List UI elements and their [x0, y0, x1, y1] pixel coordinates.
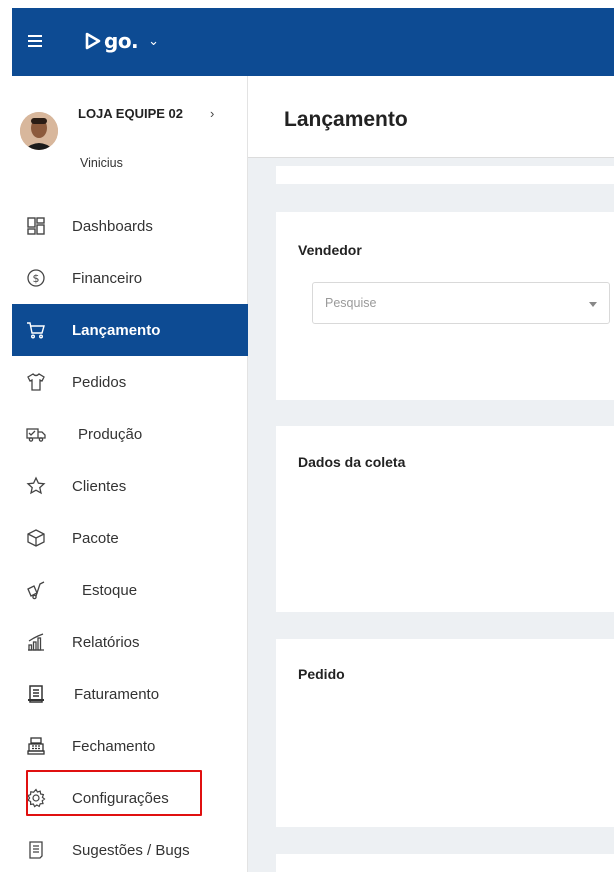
sidebar-item-faturamento[interactable]: Faturamento — [12, 668, 248, 720]
pedido-title: Pedido — [298, 666, 345, 682]
app-screen: go. ⌄ LOJA EQUIPE 02 › Vinicius Dashboar… — [12, 8, 614, 872]
shopping-cart-icon — [26, 320, 46, 340]
caret-down-icon — [589, 302, 597, 307]
sidebar: LOJA EQUIPE 02 › Vinicius Dashboards $ F… — [12, 76, 248, 872]
page-title: Lançamento — [284, 108, 408, 131]
hamburger-menu-icon[interactable] — [26, 32, 46, 52]
coleta-title: Dados da coleta — [298, 454, 406, 470]
sidebar-item-relatorios[interactable]: Relatórios — [12, 616, 248, 668]
vendedor-card: Vendedor Pesquise — [276, 212, 614, 400]
highlight-annotation — [26, 770, 202, 816]
sidebar-item-estoque[interactable]: Estoque — [12, 564, 248, 616]
list-icon — [26, 840, 46, 860]
truck-icon — [26, 424, 46, 444]
store-name: LOJA EQUIPE 02 — [78, 106, 183, 121]
sidebar-item-label: Sugestões / Bugs — [72, 841, 190, 859]
sidebar-item-label: Relatórios — [72, 633, 140, 651]
play-logo-icon — [85, 32, 101, 50]
brand-switcher[interactable]: go. ⌄ — [84, 26, 159, 56]
sidebar-item-label: Financeiro — [72, 269, 143, 287]
hand-truck-icon — [26, 580, 46, 600]
sidebar-item-label: Produção — [78, 425, 143, 443]
dashboard-grid-icon — [26, 216, 46, 236]
sidebar-item-label: Pedidos — [72, 373, 127, 391]
cash-register-icon — [26, 736, 46, 756]
avatar — [20, 112, 58, 150]
sidebar-item-label: Clientes — [72, 477, 127, 495]
pedido-card: Pedido — [276, 639, 614, 827]
card-partial-top — [276, 166, 614, 184]
chevron-right-icon: › — [210, 106, 215, 121]
sidebar-item-label: Faturamento — [74, 685, 160, 703]
sidebar-item-dashboards[interactable]: Dashboards — [12, 200, 248, 252]
dollar-circle-icon: $ — [26, 268, 46, 288]
sidebar-item-label: Lançamento — [72, 321, 161, 339]
sidebar-item-label: Estoque — [82, 581, 138, 599]
sidebar-item-lancamento[interactable]: Lançamento — [12, 304, 248, 356]
svg-text:$: $ — [33, 272, 40, 285]
sidebar-item-label: Dashboards — [72, 217, 153, 235]
sidebar-item-pedidos[interactable]: Pedidos — [12, 356, 248, 408]
receipt-icon — [26, 684, 46, 704]
card-partial-bottom — [276, 854, 614, 872]
coleta-card: Dados da coleta — [276, 426, 614, 612]
vendedor-search-select[interactable]: Pesquise — [312, 282, 610, 324]
sidebar-item-label: Pacote — [72, 529, 119, 547]
sidebar-item-sugestoes[interactable]: Sugestões / Bugs — [12, 824, 248, 872]
sidebar-item-pacote[interactable]: Pacote — [12, 512, 248, 564]
shirt-icon — [26, 372, 46, 392]
user-name: Vinicius — [80, 156, 123, 170]
star-icon — [26, 476, 46, 496]
account-switcher[interactable]: LOJA EQUIPE 02 › Vinicius — [12, 76, 248, 184]
bar-chart-icon — [26, 632, 46, 652]
sidebar-item-fechamento[interactable]: Fechamento — [12, 720, 248, 772]
page-header: Lançamento — [248, 76, 614, 158]
top-bar: go. ⌄ — [12, 8, 614, 76]
sidebar-item-producao[interactable]: Produção — [12, 408, 248, 460]
vendedor-title: Vendedor — [298, 242, 362, 258]
select-placeholder: Pesquise — [325, 296, 377, 310]
brand-name: go. — [104, 29, 139, 53]
box-icon — [26, 528, 46, 548]
chevron-down-icon: ⌄ — [148, 33, 160, 48]
sidebar-item-financeiro[interactable]: $ Financeiro — [12, 252, 248, 304]
sidebar-item-label: Fechamento — [72, 737, 156, 755]
sidebar-item-clientes[interactable]: Clientes — [12, 460, 248, 512]
